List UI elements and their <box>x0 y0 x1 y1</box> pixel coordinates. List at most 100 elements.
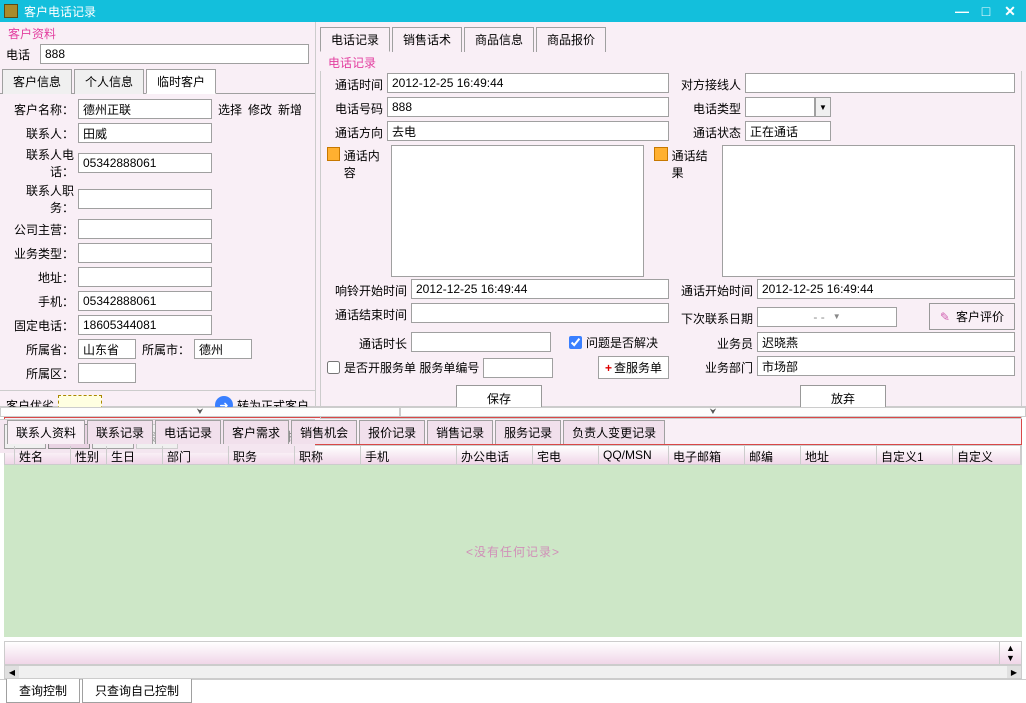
close-btn[interactable]: ✕ <box>998 3 1022 20</box>
select-link[interactable]: 选择 <box>218 101 242 118</box>
chevron-down-icon: ▼ <box>833 312 841 321</box>
contact-job-label: 联系人职务： <box>6 182 74 216</box>
search-service-button[interactable]: + 查服务单 <box>598 356 669 379</box>
duration-input[interactable] <box>411 332 551 352</box>
ring-start-input[interactable] <box>411 279 669 299</box>
phone-input[interactable] <box>40 44 309 64</box>
status-input[interactable] <box>745 121 831 141</box>
mid-tab-opportunity[interactable]: 销售机会 <box>291 420 357 444</box>
expander-right[interactable]: ⮟ <box>400 407 1026 417</box>
service-no-input[interactable] <box>483 358 553 378</box>
col-email[interactable]: 电子邮箱 <box>669 446 745 464</box>
contact-job-input[interactable] <box>78 189 212 209</box>
add-link[interactable]: 新增 <box>278 101 302 118</box>
grid-selector-col[interactable] <box>5 446 15 464</box>
customer-name-input[interactable] <box>78 99 212 119</box>
maximize-btn[interactable]: □ <box>974 3 998 19</box>
document-icon[interactable] <box>327 147 340 161</box>
col-dept[interactable]: 部门 <box>163 446 229 464</box>
footer-tabs: 查询控制 只查询自己控制 <box>0 679 1026 703</box>
scroll-right-arrow[interactable]: ▶ <box>1007 666 1021 678</box>
mid-tab-quote[interactable]: 报价记录 <box>359 420 425 444</box>
tab-sales-script[interactable]: 销售话术 <box>392 27 462 52</box>
mid-tab-call-rec[interactable]: 电话记录 <box>155 420 221 444</box>
scroll-track[interactable] <box>19 666 1007 678</box>
direction-input[interactable] <box>387 121 669 141</box>
mid-tab-contact[interactable]: 联系人资料 <box>7 420 85 444</box>
expander-row: ⮟ ⮟ <box>0 407 1026 417</box>
tab-call-record[interactable]: 电话记录 <box>320 27 390 52</box>
tab-product-info[interactable]: 商品信息 <box>464 27 534 52</box>
date-picker[interactable]: - -▼ <box>757 307 897 327</box>
province-input[interactable] <box>78 339 136 359</box>
call-type-input[interactable] <box>745 97 815 117</box>
call-end-input[interactable] <box>411 303 669 323</box>
customer-info-legend: 客户资料 <box>0 22 315 42</box>
tab-personal-info[interactable]: 个人信息 <box>74 69 144 94</box>
contact-input[interactable] <box>78 123 212 143</box>
chevron-down-icon[interactable]: ▼ <box>815 97 831 117</box>
mid-tab-sales[interactable]: 销售记录 <box>427 420 493 444</box>
expander-left[interactable]: ⮟ <box>0 407 400 417</box>
call-content-textarea[interactable] <box>391 145 644 277</box>
col-zip[interactable]: 邮编 <box>745 446 801 464</box>
col-name[interactable]: 姓名 <box>15 446 71 464</box>
dept-input[interactable] <box>757 356 1015 376</box>
phone-number-input[interactable] <box>387 97 669 117</box>
company-main-input[interactable] <box>78 219 212 239</box>
tab-customer-info[interactable]: 客户信息 <box>2 69 72 94</box>
col-qq[interactable]: QQ/MSN <box>599 446 669 464</box>
district-label: 所属区： <box>6 365 74 382</box>
dept-label: 业务部门 <box>673 356 753 376</box>
col-custom2[interactable]: 自定义 <box>953 446 1021 464</box>
contact-phone-label: 联系人电话： <box>6 146 74 180</box>
footer-tab-query[interactable]: 查询控制 <box>6 679 80 703</box>
fixed-phone-input[interactable] <box>78 315 212 335</box>
minimize-btn[interactable]: — <box>950 3 974 19</box>
mid-tab-owner-change[interactable]: 负责人变更记录 <box>563 420 665 444</box>
call-time-input[interactable] <box>387 73 669 93</box>
col-title[interactable]: 职称 <box>295 446 361 464</box>
col-custom1[interactable]: 自定义1 <box>877 446 953 464</box>
document-icon-2[interactable] <box>654 147 668 161</box>
mid-tab-contact-rec[interactable]: 联系记录 <box>87 420 153 444</box>
call-time-label: 通话时间 <box>327 73 383 93</box>
call-type-combo[interactable]: ▼ <box>745 97 831 117</box>
other-party-input[interactable] <box>745 73 1015 93</box>
mid-tab-service[interactable]: 服务记录 <box>495 420 561 444</box>
horizontal-scrollbar[interactable]: ◀ ▶ <box>4 665 1022 679</box>
business-type-input[interactable] <box>78 243 212 263</box>
col-home[interactable]: 宅电 <box>533 446 599 464</box>
sales-input[interactable] <box>757 332 1015 352</box>
call-record-form: 通话时间 对方接线人 电话号码 电话类型 ▼ <box>320 71 1022 419</box>
col-mobile[interactable]: 手机 <box>361 446 457 464</box>
mobile-input[interactable] <box>78 291 212 311</box>
open-service-checkbox[interactable] <box>327 361 340 374</box>
call-start-input[interactable] <box>757 279 1015 299</box>
tab-temp-customer[interactable]: 临时客户 <box>146 69 216 94</box>
contact-phone-input[interactable] <box>78 153 212 173</box>
direction-label: 通话方向 <box>327 121 383 141</box>
other-party-label: 对方接线人 <box>673 73 741 93</box>
solved-checkbox[interactable] <box>569 336 582 349</box>
col-duty[interactable]: 职务 <box>229 446 295 464</box>
city-input[interactable] <box>194 339 252 359</box>
mid-tab-demand[interactable]: 客户需求 <box>223 420 289 444</box>
call-result-textarea[interactable] <box>722 145 1015 277</box>
evaluate-button[interactable]: ✎ 客户评价 <box>929 303 1015 330</box>
tab-product-quote[interactable]: 商品报价 <box>536 27 606 52</box>
status-label: 通话状态 <box>673 121 741 141</box>
col-office[interactable]: 办公电话 <box>457 446 533 464</box>
scroll-left-arrow[interactable]: ◀ <box>5 666 19 678</box>
left-tabs: 客户信息 个人信息 临时客户 <box>0 68 315 94</box>
sales-label: 业务员 <box>673 332 753 352</box>
next-contact-date[interactable]: - -▼ <box>757 307 897 327</box>
footer-tab-self[interactable]: 只查询自己控制 <box>82 679 192 703</box>
address-input[interactable] <box>78 267 212 287</box>
col-birthday[interactable]: 生日 <box>107 446 163 464</box>
strip-handle[interactable]: ▲▼ <box>999 642 1021 664</box>
col-gender[interactable]: 性别 <box>71 446 107 464</box>
modify-link[interactable]: 修改 <box>248 101 272 118</box>
col-address[interactable]: 地址 <box>801 446 877 464</box>
district-input[interactable] <box>78 363 136 383</box>
